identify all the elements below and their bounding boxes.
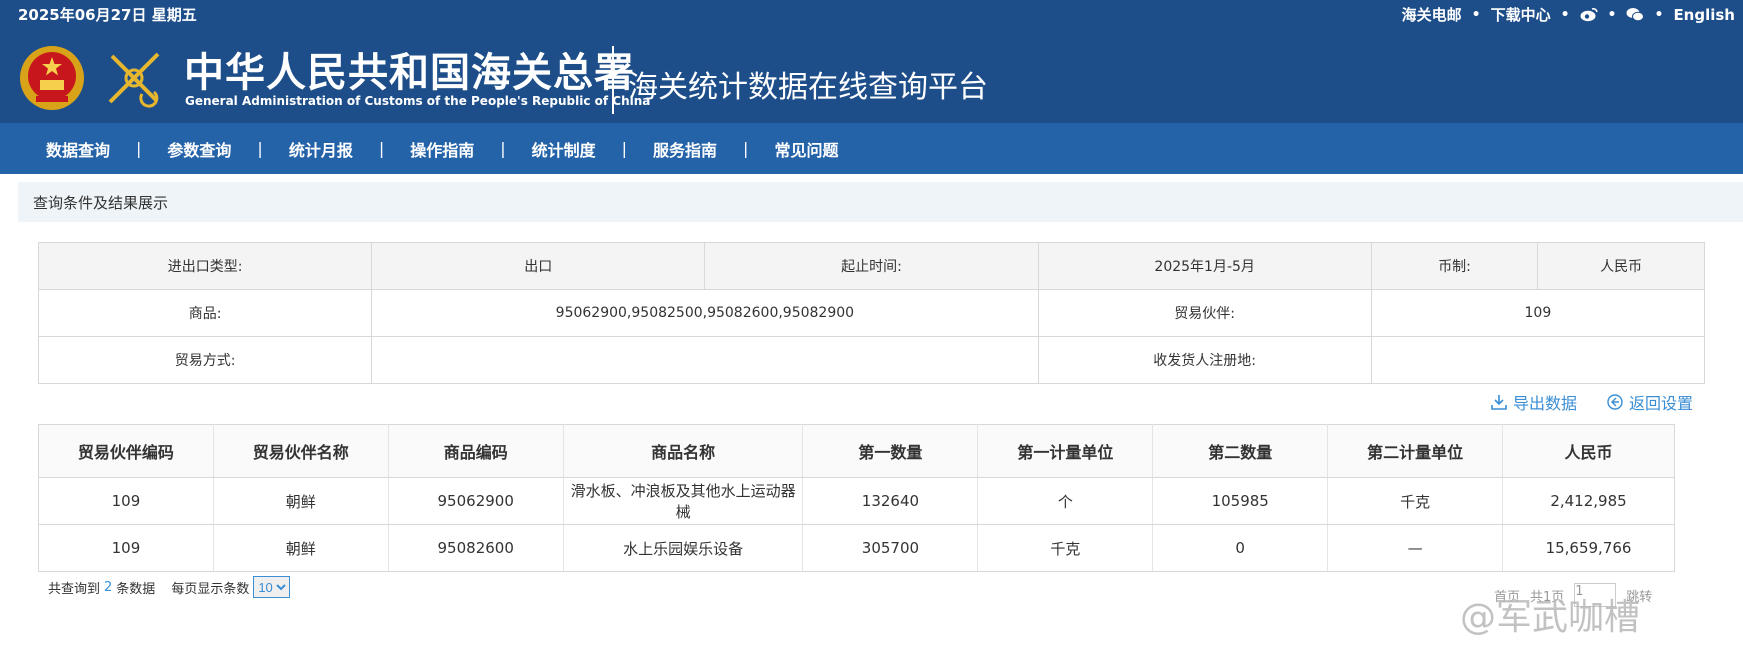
- summary-prefix: 共查询到: [48, 581, 101, 597]
- national-emblem-icon: [20, 46, 84, 110]
- trade-mode-label: 贸易方式:: [37, 336, 373, 384]
- query-row: 进出口类型: 出口 起止时间: 2025年1月-5月 币制: 人民币: [37, 242, 1705, 290]
- rmb-value-cell: 2,412,985: [1502, 477, 1675, 525]
- separator-dot: •: [1654, 6, 1664, 23]
- first-quantity-cell: 132640: [802, 477, 978, 525]
- table-row: 109 朝鲜 95062900 滑水板、冲浪板及其他水上运动器械 132640 …: [38, 477, 1675, 525]
- org-name-cn: 中华人民共和国海关总署: [184, 49, 635, 96]
- weibo-icon[interactable]: [1580, 7, 1598, 22]
- second-unit-cell: —: [1327, 524, 1503, 572]
- breadcrumb: 查询条件及结果展示: [18, 182, 1743, 222]
- commodity-name-cell: 滑水板、冲浪板及其他水上运动器械: [562, 477, 803, 525]
- second-quantity-cell: 0: [1152, 524, 1328, 572]
- results-table: 贸易伙伴编码 贸易伙伴名称 商品编码 商品名称 第一数量 第一计量单位 第二数量…: [38, 424, 1675, 572]
- customs-email-link[interactable]: 海关电邮: [1402, 4, 1462, 25]
- trade-type-value: 出口: [371, 242, 706, 290]
- partner-code-cell: 109: [38, 477, 214, 525]
- back-to-settings-label: 返回设置: [1628, 394, 1693, 413]
- per-page-select[interactable]: 10: [253, 576, 291, 598]
- partner-value: 109: [1370, 289, 1706, 337]
- period-label: 起止时间:: [704, 242, 1039, 290]
- org-name-en: General Administration of Customs of the…: [185, 94, 651, 108]
- column-header: 商品名称: [562, 424, 803, 478]
- back-arrow-icon: [1607, 394, 1623, 410]
- download-icon: [1491, 395, 1507, 410]
- partner-name-cell: 朝鲜: [212, 524, 389, 572]
- query-conditions-table: 进出口类型: 出口 起止时间: 2025年1月-5月 币制: 人民币 商品: 9…: [37, 242, 1706, 384]
- table-header-row: 贸易伙伴编码 贸易伙伴名称 商品编码 商品名称 第一数量 第一计量单位 第二数量…: [38, 424, 1675, 478]
- separator-dot: •: [1471, 6, 1481, 23]
- table-row: 109 朝鲜 95082600 水上乐园娱乐设备 305700 千克 0 — 1…: [38, 524, 1675, 572]
- wechat-icon[interactable]: [1626, 7, 1645, 22]
- query-row: 商品: 95062900,95082500,95082600,95082900 …: [37, 289, 1706, 337]
- nav-separator: |: [743, 139, 749, 158]
- watermark: @军武咖槽: [1280, 588, 1640, 640]
- customs-emblem-icon: [108, 52, 160, 108]
- nav-item-monthly-report[interactable]: 统计月报: [289, 137, 353, 161]
- registry-label: 收发货人注册地:: [1037, 336, 1372, 384]
- nav-separator: |: [257, 139, 263, 158]
- column-header: 贸易伙伴名称: [212, 424, 389, 478]
- column-header: 第一计量单位: [977, 424, 1153, 478]
- currency-value: 人民币: [1537, 242, 1705, 290]
- result-actions: 导出数据 返回设置: [1491, 390, 1693, 414]
- period-value: 2025年1月-5月: [1037, 242, 1372, 290]
- column-header: 人民币: [1502, 424, 1675, 478]
- first-unit-cell: 千克: [977, 524, 1153, 572]
- currency-label: 币制:: [1370, 242, 1539, 290]
- commodity-name-cell: 水上乐园娱乐设备: [562, 524, 803, 572]
- column-header: 第一数量: [802, 424, 978, 478]
- second-unit-cell: 千克: [1327, 477, 1503, 525]
- nav-item-service-guide[interactable]: 服务指南: [653, 137, 717, 161]
- column-header: 第二计量单位: [1327, 424, 1503, 478]
- rmb-value-cell: 15,659,766: [1502, 524, 1675, 572]
- result-summary: 共查询到 2 条数据 每页显示条数 10: [48, 576, 291, 598]
- header-divider: [612, 46, 614, 114]
- commodity-code-cell: 95082600: [387, 524, 564, 572]
- top-links: 海关电邮 • 下载中心 • • • English: [1402, 4, 1735, 25]
- summary-suffix: 条数据: [116, 581, 156, 597]
- platform-title: 海关统计数据在线查询平台: [628, 70, 988, 105]
- trade-mode-value: [371, 336, 1039, 384]
- watermark-text: @军武咖槽: [1460, 597, 1641, 638]
- nav-item-data-query[interactable]: 数据查询: [46, 137, 110, 161]
- registry-value: [1370, 336, 1706, 384]
- partner-label: 贸易伙伴:: [1037, 289, 1372, 337]
- export-data-label: 导出数据: [1512, 394, 1577, 413]
- column-header: 贸易伙伴编码: [38, 424, 214, 478]
- partner-name-cell: 朝鲜: [212, 477, 389, 525]
- commodity-label: 商品:: [37, 289, 373, 337]
- separator-dot: •: [1607, 6, 1617, 23]
- first-quantity-cell: 305700: [802, 524, 978, 572]
- nav-separator: |: [136, 139, 142, 158]
- commodity-value: 95062900,95082500,95082600,95082900: [371, 289, 1039, 337]
- nav-separator: |: [621, 139, 628, 158]
- per-page-label: 每页显示条数: [171, 581, 250, 597]
- back-to-settings-button[interactable]: 返回设置: [1607, 390, 1693, 414]
- column-header: 商品编码: [387, 424, 564, 478]
- main-nav: 数据查询 | 参数查询 | 统计月报 | 操作指南 | 统计制度 | 服务指南 …: [0, 123, 1743, 174]
- result-count: 2: [104, 579, 113, 595]
- nav-item-statistical-system[interactable]: 统计制度: [532, 137, 596, 161]
- nav-item-operation-guide[interactable]: 操作指南: [410, 137, 474, 161]
- second-quantity-cell: 105985: [1152, 477, 1328, 525]
- export-data-button[interactable]: 导出数据: [1491, 390, 1577, 414]
- site-header: 2025年06月27日 星期五 海关电邮 • 下载中心 • • • Englis…: [0, 0, 1743, 123]
- partner-code-cell: 109: [38, 524, 214, 572]
- separator-dot: •: [1560, 6, 1570, 23]
- current-date: 2025年06月27日 星期五: [18, 6, 197, 24]
- commodity-code-cell: 95062900: [387, 477, 564, 525]
- download-center-link[interactable]: 下载中心: [1491, 4, 1551, 25]
- nav-separator: |: [500, 139, 506, 158]
- nav-item-parameter-query[interactable]: 参数查询: [167, 137, 231, 161]
- nav-separator: |: [378, 139, 385, 158]
- column-header: 第二数量: [1152, 424, 1328, 478]
- breadcrumb-label: 查询条件及结果展示: [33, 194, 169, 212]
- trade-type-label: 进出口类型:: [37, 242, 373, 290]
- query-row: 贸易方式: 收发货人注册地:: [37, 336, 1706, 384]
- first-unit-cell: 个: [977, 477, 1153, 525]
- nav-item-faq[interactable]: 常见问题: [774, 137, 838, 161]
- english-link[interactable]: English: [1673, 6, 1735, 24]
- top-bar: 2025年06月27日 星期五 海关电邮 • 下载中心 • • • Englis…: [0, 0, 1743, 28]
